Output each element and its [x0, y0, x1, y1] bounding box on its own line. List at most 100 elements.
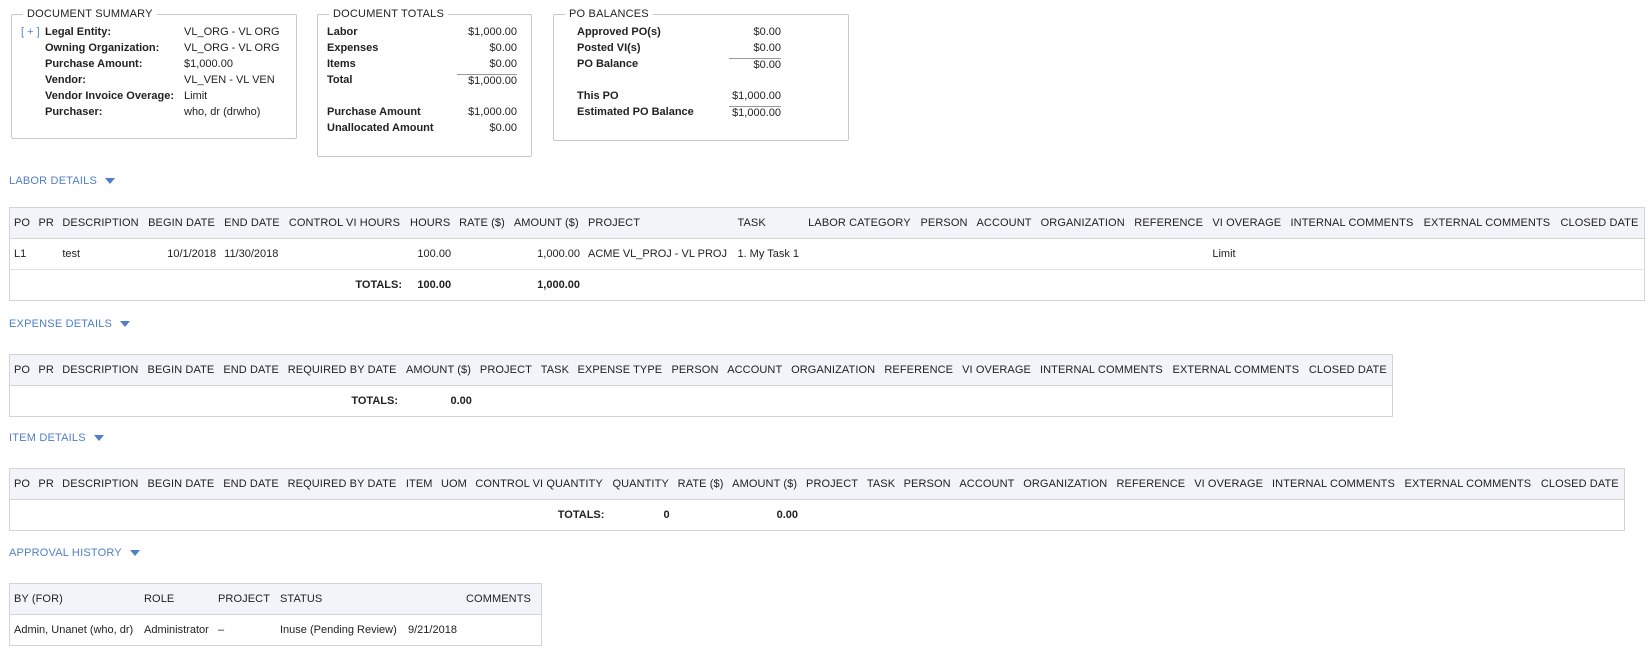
labor-project-cell: ACME VL_PROJ - VL PROJ: [584, 238, 734, 270]
expense-totals-label: TOTALS:: [351, 395, 398, 407]
col-vi-overage: VI OVERAGE: [958, 354, 1036, 386]
col-task: TASK: [862, 468, 900, 500]
legal-entity-label: Legal Entity:: [45, 26, 112, 38]
summary-row-purchase-amount: Purchase Amount: $1,000.00: [21, 56, 287, 72]
approval-comments-cell: [462, 615, 542, 646]
col-amount: AMOUNT ($): [509, 207, 584, 239]
col-end-date: END DATE: [219, 354, 284, 386]
col-role: ROLE: [140, 583, 214, 615]
summary-row-vendor: Vendor: VL_VEN - VL VEN: [21, 72, 287, 88]
col-closed-date: CLOSED DATE: [1304, 354, 1393, 386]
labor-totals-amount: 1,000.00: [537, 279, 580, 291]
labor-po-cell: L1: [9, 238, 35, 270]
col-pr: PR: [34, 207, 59, 239]
item-details-toggle[interactable]: ITEM DETAILS: [9, 432, 104, 444]
totals-purchase-amount-label: Purchase Amount: [327, 106, 421, 118]
item-totals-amount: 0.00: [776, 509, 799, 521]
legal-entity-value: VL_ORG - VL ORG: [184, 26, 280, 38]
totals-purchase-amount-value: $1,000.00: [468, 106, 517, 118]
col-closed-date: CLOSED DATE: [1536, 468, 1625, 500]
col-description: DESCRIPTION: [58, 468, 144, 500]
col-closed-date: CLOSED DATE: [1556, 207, 1645, 239]
posted-vis-value: $0.00: [753, 42, 781, 54]
approved-pos-value: $0.00: [753, 26, 781, 38]
expense-header-row: PO PR DESCRIPTION BEGIN DATE END DATE RE…: [9, 354, 1393, 386]
estimated-po-balance-label: Estimated PO Balance: [577, 106, 694, 118]
col-internal-comments: INTERNAL COMMENTS: [1268, 468, 1401, 500]
approval-by-cell: Admin, Unanet (who, dr): [14, 624, 134, 636]
labor-vi-overage-cell: Limit: [1208, 238, 1287, 270]
col-by-for: BY (FOR): [9, 583, 140, 615]
chevron-down-icon: [120, 321, 131, 327]
vendor-invoice-overage-value: Limit: [184, 90, 208, 102]
item-totals-quantity: 0: [663, 509, 670, 521]
col-reference: REFERENCE: [1112, 468, 1191, 500]
col-begin-date: BEGIN DATE: [143, 468, 220, 500]
col-project: PROJECT: [584, 207, 734, 239]
approval-date-cell: 9/21/2018: [408, 624, 457, 636]
col-organization: ORGANIZATION: [787, 354, 881, 386]
totals-labor-value: $1,000.00: [468, 26, 517, 38]
summary-row-legal-entity: [ + ] Legal Entity: VL_ORG - VL ORG: [21, 24, 287, 40]
col-control-vi-quantity: CONTROL VI QUANTITY: [471, 468, 609, 500]
item-details-title: ITEM DETAILS: [9, 432, 86, 444]
labor-rate-cell: [455, 238, 510, 270]
col-person: PERSON: [899, 468, 956, 500]
this-po-label: This PO: [577, 90, 619, 102]
summary-row-owning-organization: Owning Organization: VL_ORG - VL ORG: [21, 40, 287, 56]
col-organization: ORGANIZATION: [1036, 207, 1131, 239]
expense-details-toggle[interactable]: EXPENSE DETAILS: [9, 318, 131, 330]
col-hours: HOURS: [406, 207, 456, 239]
table-row[interactable]: Admin, Unanet (who, dr) Administrator – …: [10, 615, 542, 646]
col-expense-type: EXPENSE TYPE: [573, 354, 668, 386]
labor-task-cell: 1. My Task 1: [733, 238, 805, 270]
labor-details-table: PO PR DESCRIPTION BEGIN DATE END DATE CO…: [9, 207, 1645, 301]
totals-total-label: Total: [327, 74, 353, 86]
col-person: PERSON: [667, 354, 724, 386]
chevron-down-icon: [129, 550, 140, 556]
approval-project-cell: –: [218, 624, 225, 636]
item-header-row: PO PR DESCRIPTION BEGIN DATE END DATE RE…: [9, 468, 1625, 500]
labor-amount-cell: 1,000.00: [509, 238, 584, 270]
purchaser-value: who, dr (drwho): [184, 106, 261, 118]
col-project: PROJECT: [802, 468, 863, 500]
col-po: PO: [9, 468, 35, 500]
col-item: ITEM: [401, 468, 437, 500]
col-description: DESCRIPTION: [58, 354, 144, 386]
expense-totals-row: TOTALS: 0.00: [10, 386, 1393, 417]
expense-details-table: PO PR DESCRIPTION BEGIN DATE END DATE RE…: [9, 354, 1393, 417]
col-vi-overage: VI OVERAGE: [1208, 207, 1287, 239]
col-external-comments: EXTERNAL COMMENTS: [1400, 468, 1537, 500]
purchaser-label: Purchaser:: [45, 106, 103, 118]
po-balances-panel: PO BALANCES Approved PO(s) $0.00 Posted V…: [553, 8, 849, 141]
expense-details-title: EXPENSE DETAILS: [9, 318, 113, 330]
vendor-value: VL_VEN - VL VEN: [184, 74, 275, 86]
col-status: STATUS: [276, 583, 404, 615]
col-control-vi-hours: CONTROL VI HOURS: [284, 207, 407, 239]
col-begin-date: BEGIN DATE: [144, 207, 221, 239]
chevron-down-icon: [93, 435, 104, 441]
vendor-invoice-overage-label: Vendor Invoice Overage:: [45, 90, 174, 102]
col-description: DESCRIPTION: [58, 207, 145, 239]
table-row[interactable]: L1 test 10/1/2018 11/30/2018 100.00 1,00…: [9, 238, 1645, 270]
purchase-amount-value: $1,000.00: [184, 58, 233, 70]
col-internal-comments: INTERNAL COMMENTS: [1286, 207, 1420, 239]
summary-row-vendor-invoice-overage: Vendor Invoice Overage: Limit: [21, 88, 287, 104]
col-labor-category: LABOR CATEGORY: [804, 207, 917, 239]
col-comments: COMMENTS: [462, 583, 542, 615]
col-external-comments: EXTERNAL COMMENTS: [1168, 354, 1305, 386]
expand-summary-toggle[interactable]: [ + ]: [21, 26, 45, 38]
totals-labor-label: Labor: [327, 26, 358, 38]
totals-unallocated-amount-value: $0.00: [489, 122, 517, 134]
col-uom: UOM: [436, 468, 472, 500]
col-quantity: QUANTITY: [608, 468, 674, 500]
approval-history-title: APPROVAL HISTORY: [9, 547, 122, 559]
labor-details-toggle[interactable]: LABOR DETAILS: [9, 175, 115, 187]
labor-header-row: PO PR DESCRIPTION BEGIN DATE END DATE CO…: [9, 207, 1645, 239]
col-vi-overage: VI OVERAGE: [1190, 468, 1268, 500]
document-summary-title: DOCUMENT SUMMARY: [27, 8, 153, 20]
col-end-date: END DATE: [219, 468, 284, 500]
approval-status-cell: Inuse (Pending Review): [280, 624, 397, 636]
col-required-by-date: REQUIRED BY DATE: [283, 354, 402, 386]
approval-history-toggle[interactable]: APPROVAL HISTORY: [9, 547, 140, 559]
